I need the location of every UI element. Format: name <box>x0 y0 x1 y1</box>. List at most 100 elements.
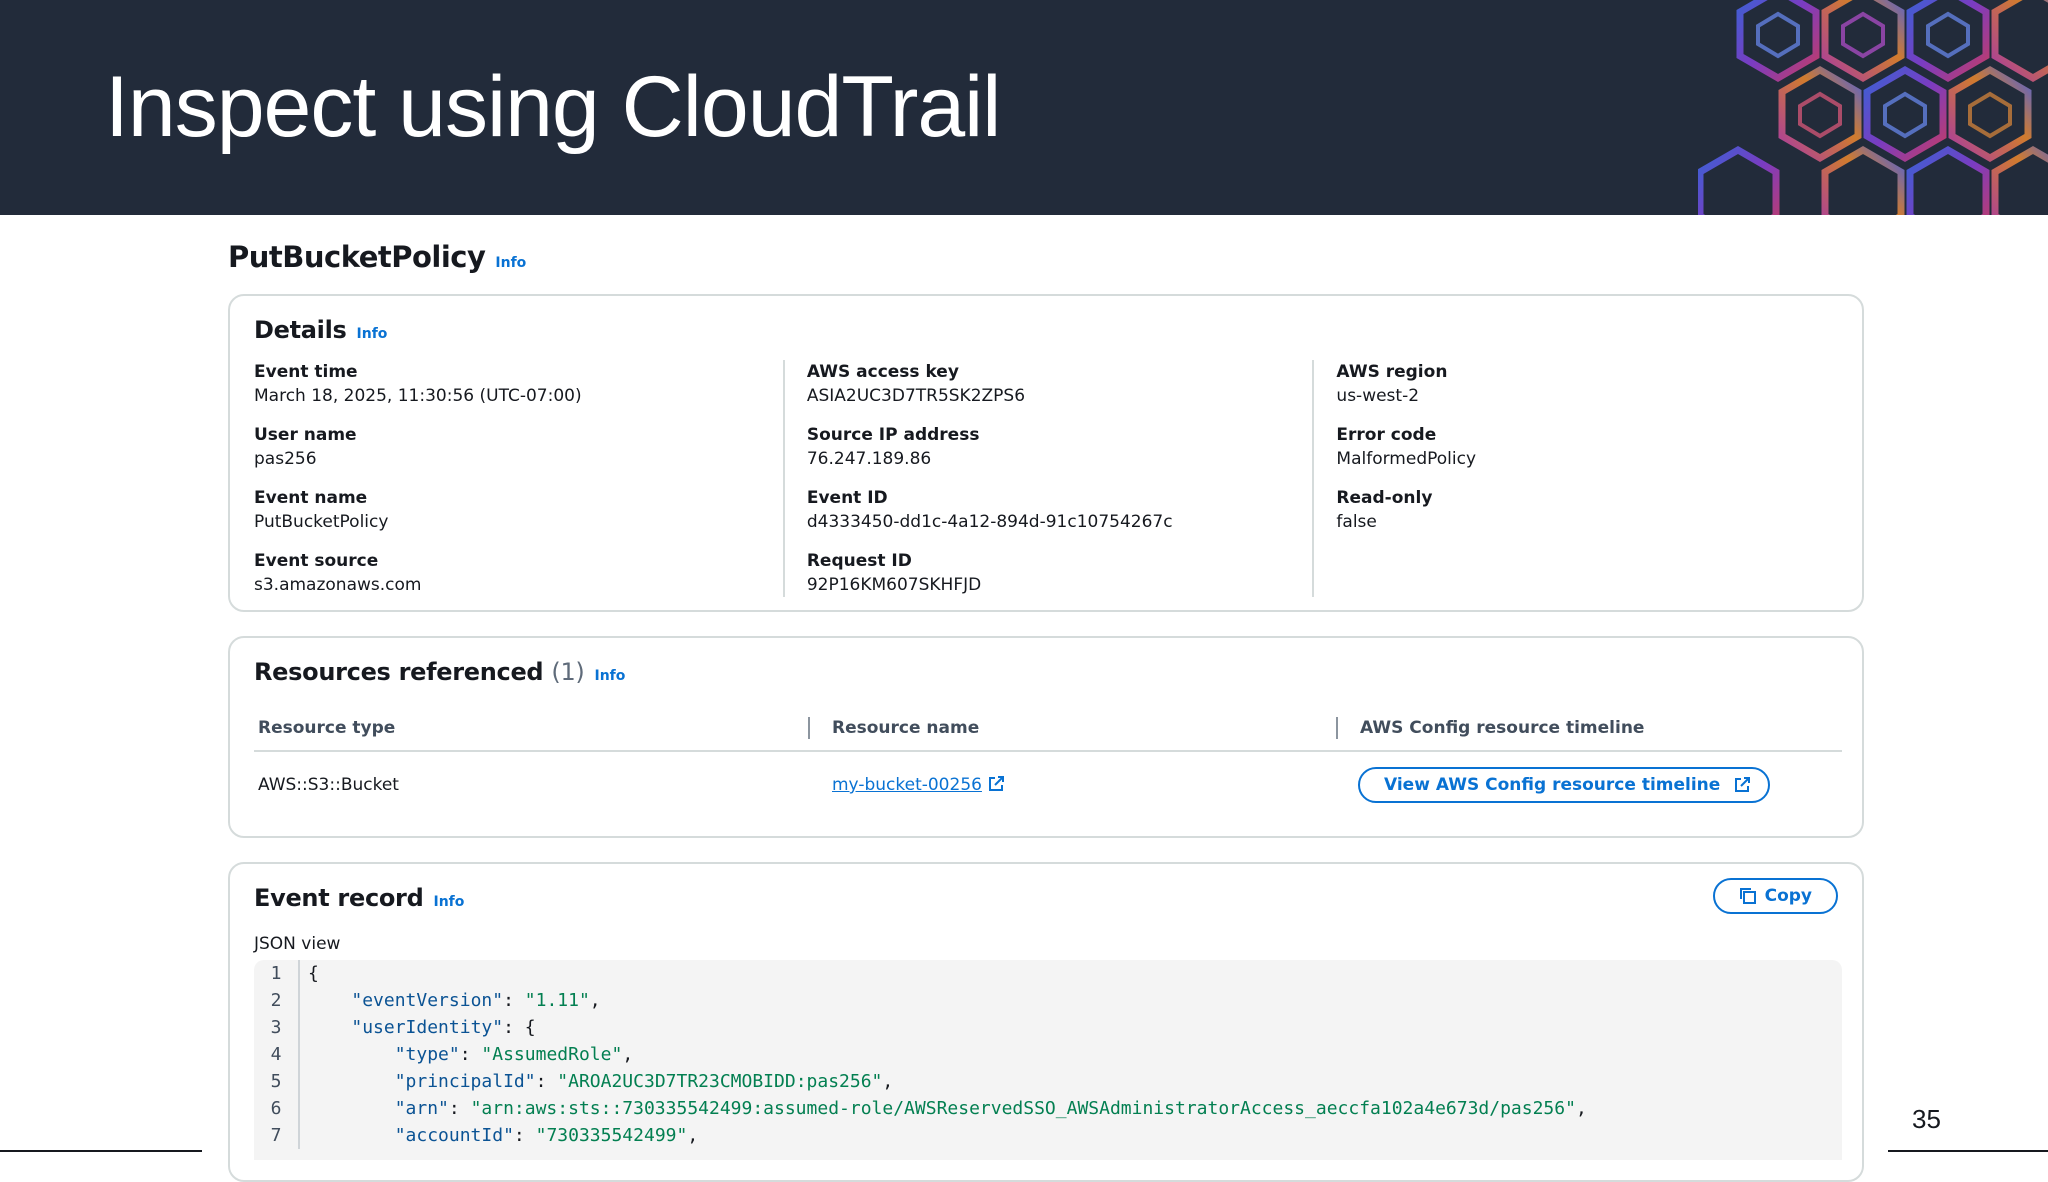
detail-item: Event source s3.amazonaws.com <box>254 549 761 597</box>
line-number: 6 <box>254 1095 300 1122</box>
detail-value: d4333450-dd1c-4a12-894d-91c10754267c <box>806 512 1173 532</box>
detail-value: March 18, 2025, 11:30:56 (UTC-07:00) <box>254 386 582 406</box>
resource-name-cell: my-bucket-00256 <box>804 751 1332 818</box>
column-header-config-timeline: AWS Config resource timeline <box>1332 706 1842 752</box>
details-panel: Details Info Event time March 18, 2025, … <box>228 294 1864 612</box>
code-text: "accountId": "730335542499", <box>300 1122 698 1149</box>
json-value: "arn:aws:sts::730335542499:assumed-role/… <box>470 1098 1576 1119</box>
line-number: 5 <box>254 1068 300 1095</box>
details-header: Details Info <box>254 316 387 344</box>
json-key: "arn" <box>394 1098 449 1119</box>
copy-button-label: Copy <box>1764 886 1812 906</box>
detail-label: Read-only <box>1336 488 1433 508</box>
json-separator: : <box>535 1071 558 1092</box>
json-punctuation: { <box>524 1017 536 1038</box>
detail-value: pas256 <box>254 449 317 469</box>
detail-item: Error code MalformedPolicy <box>1336 423 1820 471</box>
event-heading: PutBucketPolicy Info <box>228 240 526 274</box>
slide-title: Inspect using CloudTrail <box>105 59 1001 155</box>
detail-label: AWS access key <box>806 362 959 382</box>
event-record-header: Event record Info <box>254 884 464 912</box>
json-value: "AssumedRole" <box>481 1044 623 1065</box>
table-header-row: Resource type Resource name AWS Config r… <box>254 706 1842 752</box>
detail-item: AWS region us-west-2 <box>1336 360 1820 408</box>
detail-label: Event ID <box>806 488 888 508</box>
copy-icon <box>1739 888 1756 904</box>
json-separator: : <box>503 990 525 1011</box>
detail-label: Request ID <box>806 551 912 571</box>
column-separator[interactable] <box>1336 717 1338 739</box>
detail-label: Error code <box>1336 425 1437 445</box>
details-title: Details <box>254 316 347 344</box>
detail-item: Read-only false <box>1336 486 1820 534</box>
code-text: "userIdentity": { <box>300 1014 536 1041</box>
code-line: 6 "arn": "arn:aws:sts::730335542499:assu… <box>254 1095 1842 1122</box>
detail-value: 92P16KM607SKHFJD <box>806 575 982 595</box>
external-link-icon <box>988 776 1004 791</box>
slide-page-number: 35 <box>1912 1104 1941 1134</box>
code-text: "type": "AssumedRole", <box>300 1041 633 1068</box>
external-link-icon <box>1735 777 1751 792</box>
detail-label: Event source <box>254 551 379 571</box>
code-line: 4 "type": "AssumedRole", <box>254 1041 1842 1068</box>
detail-item: Event ID d4333450-dd1c-4a12-894d-91c1075… <box>807 486 1291 534</box>
column-header-label: Resource type <box>258 718 396 738</box>
column-separator[interactable] <box>808 717 810 739</box>
code-text: "principalId": "AROA2UC3D7TR23CMOBIDD:pa… <box>300 1068 894 1095</box>
json-key: "accountId" <box>394 1125 514 1146</box>
json-key: "eventVersion" <box>351 990 504 1011</box>
line-number: 7 <box>254 1122 300 1149</box>
detail-value: s3.amazonaws.com <box>254 575 422 595</box>
json-punctuation: { <box>308 963 319 984</box>
resources-panel: Resources referenced (1) Info Resource t… <box>228 636 1864 838</box>
resources-count: (1) <box>551 658 585 686</box>
json-punctuation: , <box>1575 1098 1587 1119</box>
detail-label: Event name <box>254 488 368 508</box>
code-text: { <box>300 960 319 987</box>
json-view-label: JSON view <box>254 934 341 954</box>
detail-item: Request ID 92P16KM607SKHFJD <box>807 549 1291 597</box>
detail-item: Event name PutBucketPolicy <box>254 486 761 534</box>
info-link[interactable]: Info <box>495 255 526 271</box>
json-value: "1.11" <box>524 990 590 1011</box>
column-header-resource-name: Resource name <box>804 706 1332 752</box>
copy-button[interactable]: Copy <box>1712 878 1838 914</box>
resource-name-link[interactable]: my-bucket-00256 <box>832 775 1004 795</box>
table-row: AWS::S3::Bucket my-bucket-00256 View AWS… <box>254 751 1842 818</box>
detail-value: us-west-2 <box>1336 386 1420 406</box>
detail-value: false <box>1336 512 1377 532</box>
column-header-label: Resource name <box>832 718 980 738</box>
event-record-info-link[interactable]: Info <box>433 894 464 910</box>
resources-title-text: Resources referenced <box>254 658 544 686</box>
json-value: "730335542499" <box>535 1125 688 1146</box>
json-key: "userIdentity" <box>351 1017 504 1038</box>
detail-value: PutBucketPolicy <box>254 512 389 532</box>
code-line: 5 "principalId": "AROA2UC3D7TR23CMOBIDD:… <box>254 1068 1842 1095</box>
details-grid: Event time March 18, 2025, 11:30:56 (UTC… <box>254 360 1842 597</box>
detail-value: MalformedPolicy <box>1336 449 1477 469</box>
resources-table: Resource type Resource name AWS Config r… <box>254 706 1842 818</box>
config-timeline-cell: View AWS Config resource timeline <box>1332 751 1842 818</box>
detail-value: ASIA2UC3D7TR5SK2ZPS6 <box>806 386 1026 406</box>
detail-item: AWS access key ASIA2UC3D7TR5SK2ZPS6 <box>807 360 1291 408</box>
details-column: AWS region us-west-2 Error code Malforme… <box>1312 360 1842 597</box>
detail-item: Source IP address 76.247.189.86 <box>807 423 1291 471</box>
slide-banner: Inspect using CloudTrail <box>0 0 2048 215</box>
line-number: 1 <box>254 960 300 987</box>
line-number: 4 <box>254 1041 300 1068</box>
details-info-link[interactable]: Info <box>357 326 388 342</box>
detail-item: User name pas256 <box>254 423 761 471</box>
view-config-timeline-button[interactable]: View AWS Config resource timeline <box>1358 767 1771 803</box>
json-separator: : <box>448 1098 471 1119</box>
resources-info-link[interactable]: Info <box>595 668 626 684</box>
page-title: PutBucketPolicy <box>228 240 486 274</box>
detail-label: Source IP address <box>806 425 980 445</box>
button-label: View AWS Config resource timeline <box>1384 775 1721 795</box>
detail-label: Event time <box>254 362 358 382</box>
json-code-viewer[interactable]: 1{ 2 "eventVersion": "1.11", 3 "userIden… <box>254 960 1842 1160</box>
